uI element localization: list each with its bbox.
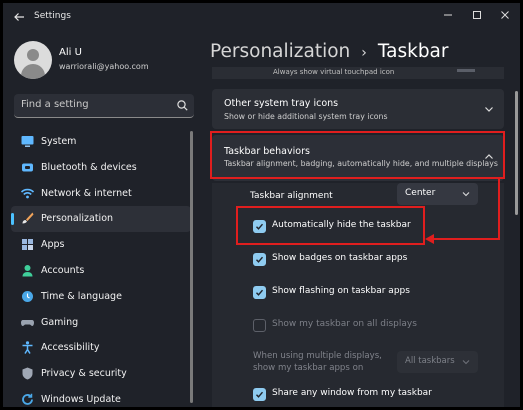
sidebar-item-bluetooth[interactable]: Bluetooth & devices bbox=[11, 155, 191, 181]
sidebar-item-label: Time & language bbox=[41, 290, 122, 302]
back-button[interactable] bbox=[9, 8, 29, 26]
sidebar-item-accessibility[interactable]: Accessibility bbox=[11, 335, 191, 361]
page-title: Taskbar bbox=[377, 41, 449, 62]
checkmark-icon bbox=[256, 256, 264, 263]
chevron-down-icon bbox=[485, 107, 493, 112]
sidebar-item-accounts[interactable]: Accounts bbox=[11, 258, 191, 284]
accessibility-icon bbox=[22, 341, 33, 355]
chevron-right-icon: › bbox=[361, 45, 367, 61]
close-icon bbox=[501, 11, 509, 19]
sidebar-item-label: Network & internet bbox=[41, 187, 132, 199]
user-email: warriorali@yahoo.com bbox=[59, 62, 149, 71]
sidebar-item-personalization[interactable]: Personalization bbox=[11, 206, 191, 233]
sidebar-item-label: Gaming bbox=[41, 316, 79, 328]
settings-window: Settings Ali U warriorali@yahoo.com Find… bbox=[3, 3, 520, 407]
title-bar: Settings bbox=[3, 3, 520, 31]
maximize-button[interactable] bbox=[464, 6, 490, 24]
minimize-icon bbox=[444, 14, 452, 16]
sidebar-item-apps[interactable]: Apps bbox=[11, 232, 191, 258]
show-on-all-displays-label: Show my taskbar on all displays bbox=[272, 319, 417, 329]
sidebar-item-label: Windows Update bbox=[41, 393, 121, 405]
share-window-label: Share any window from my taskbar bbox=[272, 388, 432, 398]
avatar-head-shape bbox=[27, 49, 39, 61]
touchpad-row-text: Always show virtual touchpad icon bbox=[273, 68, 395, 76]
sidebar-item-privacy[interactable]: Privacy & security bbox=[11, 361, 191, 387]
minimize-button[interactable] bbox=[435, 6, 461, 24]
show-badges-checkbox[interactable] bbox=[253, 253, 266, 266]
taskbar-alignment-label: Taskbar alignment bbox=[250, 191, 333, 201]
window-title: Settings bbox=[34, 11, 71, 21]
multi-display-value: All taskbars bbox=[405, 356, 455, 366]
update-icon bbox=[22, 393, 33, 405]
show-flashing-checkbox[interactable] bbox=[253, 286, 266, 299]
sidebar-item-label: Accessibility bbox=[41, 342, 100, 354]
sidebar-item-system[interactable]: System bbox=[11, 129, 191, 155]
maximize-icon bbox=[473, 11, 481, 19]
globe-clock-icon bbox=[22, 290, 33, 302]
multi-display-dropdown[interactable]: All taskbars bbox=[397, 351, 478, 373]
brush-icon bbox=[22, 212, 34, 224]
sidebar-nav: System Bluetooth & devices Network & int… bbox=[11, 129, 191, 407]
annotation-box-behaviors bbox=[210, 131, 505, 179]
close-button[interactable] bbox=[492, 6, 518, 24]
checkmark-icon bbox=[256, 391, 264, 398]
person-icon bbox=[22, 264, 33, 277]
sidebar-item-label: Apps bbox=[41, 239, 65, 251]
multi-display-label-line2: show my taskbar apps on bbox=[253, 363, 364, 373]
user-name: Ali U bbox=[59, 47, 82, 58]
sidebar-item-label: Privacy & security bbox=[41, 368, 127, 380]
other-tray-title: Other system tray icons bbox=[224, 98, 339, 109]
wifi-icon bbox=[20, 188, 35, 198]
share-window-checkbox[interactable] bbox=[253, 388, 266, 401]
other-tray-subtitle: Show or hide additional system tray icon… bbox=[224, 112, 388, 121]
avatar[interactable] bbox=[14, 41, 52, 79]
multi-display-label-line1: When using multiple displays, bbox=[253, 351, 382, 361]
search-input[interactable]: Find a setting bbox=[14, 94, 194, 118]
chevron-down-icon bbox=[462, 360, 470, 365]
annotation-arrow bbox=[425, 179, 500, 244]
content-scrollbar[interactable] bbox=[515, 91, 518, 215]
search-icon bbox=[177, 100, 188, 111]
controller-icon bbox=[21, 319, 34, 326]
touchpad-row-partial: Always show virtual touchpad icon bbox=[212, 67, 504, 79]
touchpad-toggle-partial[interactable] bbox=[457, 69, 475, 72]
search-placeholder: Find a setting bbox=[21, 99, 89, 110]
bluetooth-icon bbox=[22, 163, 33, 172]
monitor-icon bbox=[21, 136, 34, 147]
sidebar-item-windows-update[interactable]: Windows Update bbox=[11, 387, 191, 407]
other-tray-icons-card[interactable]: Other system tray icons Show or hide add… bbox=[212, 89, 504, 129]
sidebar-item-label: Accounts bbox=[41, 264, 85, 276]
back-arrow-icon bbox=[14, 13, 24, 21]
sidebar-item-label: System bbox=[41, 136, 77, 147]
breadcrumb: Personalization › Taskbar bbox=[210, 41, 449, 62]
show-badges-label: Show badges on taskbar apps bbox=[272, 253, 408, 263]
breadcrumb-parent[interactable]: Personalization bbox=[210, 41, 350, 62]
avatar-body-shape bbox=[21, 64, 45, 79]
sidebar-item-label: Personalization bbox=[41, 213, 114, 225]
show-on-all-displays-checkbox[interactable] bbox=[253, 319, 266, 332]
show-flashing-label: Show flashing on taskbar apps bbox=[272, 286, 410, 296]
shield-icon bbox=[22, 367, 33, 380]
sidebar-item-network[interactable]: Network & internet bbox=[11, 181, 191, 207]
checkmark-icon bbox=[256, 289, 264, 296]
annotation-box-auto-hide bbox=[236, 206, 425, 245]
sidebar-scrollbar[interactable] bbox=[190, 131, 193, 403]
sidebar-item-gaming[interactable]: Gaming bbox=[11, 310, 191, 336]
sidebar-item-label: Bluetooth & devices bbox=[41, 161, 137, 173]
apps-icon bbox=[22, 239, 33, 251]
sidebar-item-time-language[interactable]: Time & language bbox=[11, 284, 191, 310]
